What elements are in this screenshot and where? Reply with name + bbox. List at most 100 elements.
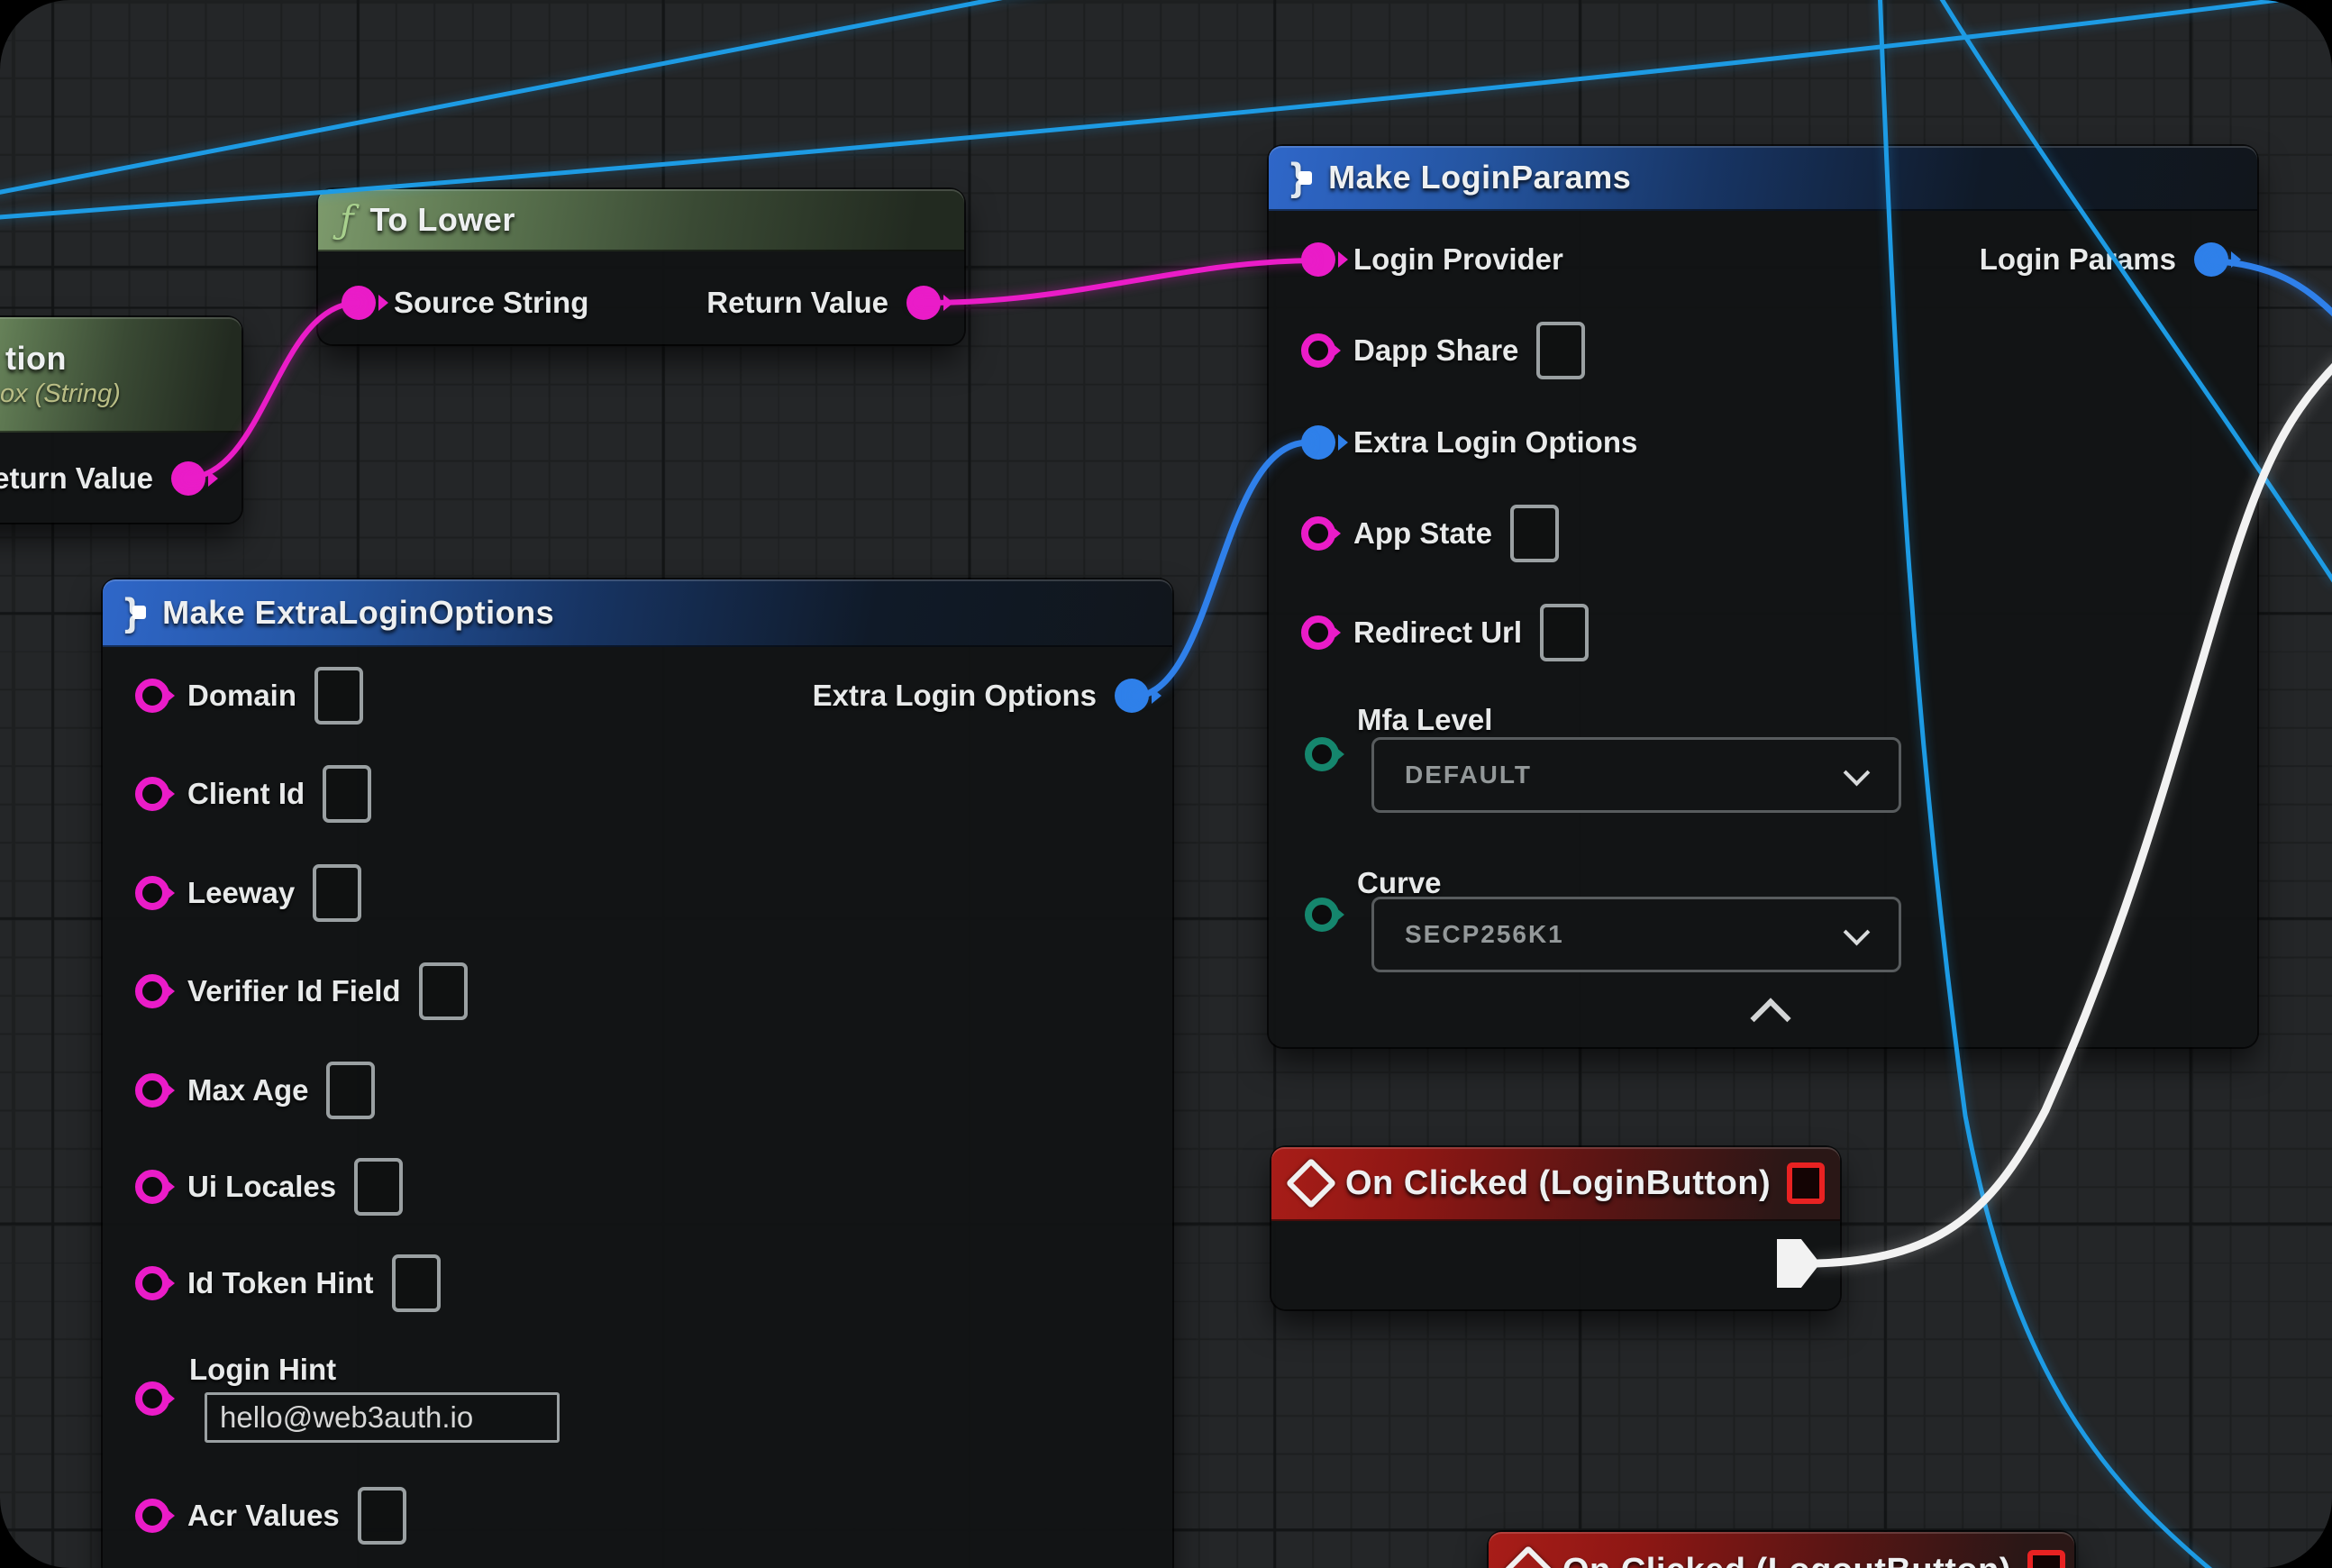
node-header[interactable]: On Clicked (LogoutButton)	[1489, 1532, 2074, 1568]
node-partial-function[interactable]: tion ox (String) eturn Value	[0, 317, 241, 523]
output-pin-extra-login-options[interactable]	[1115, 679, 1149, 713]
pin-row: Id Token Hint	[135, 1253, 441, 1313]
output-pin-return-value[interactable]	[171, 461, 205, 496]
input-pin-redirect-url[interactable]	[1301, 615, 1335, 650]
acr-values-checkbox[interactable]	[358, 1487, 406, 1545]
make-struct-icon: }	[124, 590, 146, 635]
input-pin-source-string[interactable]	[342, 286, 376, 320]
node-make-login-params[interactable]: } Make LoginParams Login Params Login Pr…	[1269, 146, 2257, 1047]
pin-label: Domain	[187, 679, 296, 713]
input-pin-id-token-hint[interactable]	[135, 1266, 169, 1300]
output-pin-login-params[interactable]	[2194, 242, 2228, 277]
input-pin-curve[interactable]	[1305, 898, 1339, 932]
input-pin-ui-locales[interactable]	[135, 1170, 169, 1204]
pin-row: Extra Login Options	[1301, 413, 1637, 472]
pin-row: Login Params	[1980, 230, 2228, 289]
node-header[interactable]: On Clicked (LoginButton)	[1271, 1147, 1840, 1221]
pin-label-login-hint: Login Hint	[189, 1353, 336, 1387]
node-header[interactable]: ƒ To Lower	[318, 189, 964, 251]
input-pin-verifier-id-field[interactable]	[135, 974, 169, 1008]
input-pin-login-provider[interactable]	[1301, 242, 1335, 277]
pin-label: Login Params	[1980, 242, 2176, 277]
pin-label: Ui Locales	[187, 1170, 336, 1204]
max-age-checkbox[interactable]	[326, 1062, 375, 1119]
node-title: On Clicked (LogoutButton)	[1562, 1552, 2011, 1568]
dapp-share-checkbox[interactable]	[1536, 322, 1585, 379]
pin-row: eturn Value	[0, 449, 205, 508]
pin-row: Leeway	[135, 863, 361, 923]
curve-value: SECP256K1	[1405, 899, 1564, 970]
event-diamond-icon	[1503, 1545, 1554, 1568]
pin-label-curve: Curve	[1357, 866, 1442, 900]
app-state-checkbox[interactable]	[1510, 505, 1559, 562]
node-title: Make LoginParams	[1328, 159, 1631, 196]
input-pin-extra-login-options[interactable]	[1301, 425, 1335, 460]
pin-row: App State	[1301, 504, 1559, 563]
node-make-extra-login-options[interactable]: } Make ExtraLoginOptions Extra Login Opt…	[103, 579, 1172, 1568]
pin-row: Max Age	[135, 1061, 375, 1120]
input-pin-app-state[interactable]	[1301, 516, 1335, 551]
input-pin-mfa-level[interactable]	[1305, 737, 1339, 771]
node-title: On Clicked (LoginButton)	[1345, 1164, 1771, 1203]
pin-label: Return Value	[706, 286, 888, 320]
node-subtitle-fragment: ox (String)	[0, 379, 121, 409]
pin-label: Redirect Url	[1353, 615, 1522, 650]
pin-label: Extra Login Options	[1353, 425, 1637, 460]
pin-label: Client Id	[187, 777, 305, 811]
pin-row: Acr Values	[135, 1486, 406, 1545]
node-on-clicked-logout-button[interactable]: On Clicked (LogoutButton)	[1489, 1532, 2074, 1568]
pin-row: Ui Locales	[135, 1157, 403, 1217]
pin-row: Domain	[135, 666, 363, 725]
bound-event-icon	[2027, 1550, 2065, 1568]
curve-dropdown[interactable]: SECP256K1	[1371, 897, 1901, 972]
node-title: To Lower	[370, 201, 515, 239]
node-header[interactable]: tion ox (String)	[0, 317, 241, 433]
input-pin-acr-values[interactable]	[135, 1499, 169, 1533]
verifier-id-field-checkbox[interactable]	[419, 962, 468, 1020]
input-pin-login-hint[interactable]	[135, 1381, 169, 1416]
mfa-level-dropdown[interactable]: DEFAULT	[1371, 737, 1901, 813]
node-on-clicked-login-button[interactable]: On Clicked (LoginButton)	[1271, 1147, 1840, 1309]
pin-label: Max Age	[187, 1073, 308, 1108]
mfa-level-value: DEFAULT	[1405, 740, 1532, 810]
chevron-down-icon	[1844, 919, 1871, 946]
pin-row: Source String Return Value	[342, 273, 941, 333]
graph-canvas[interactable]: tion ox (String) eturn Value ƒ To Lower …	[0, 0, 2332, 1568]
node-to-lower[interactable]: ƒ To Lower Source String Return Value	[318, 189, 964, 344]
client-id-checkbox[interactable]	[323, 765, 371, 823]
leeway-checkbox[interactable]	[313, 864, 361, 922]
pin-row: Dapp Share	[1301, 321, 1585, 380]
domain-checkbox[interactable]	[314, 667, 363, 725]
make-struct-icon: }	[1290, 155, 1312, 200]
ui-locales-checkbox[interactable]	[354, 1158, 403, 1216]
input-pin-dapp-share[interactable]	[1301, 333, 1335, 368]
pin-label: Id Token Hint	[187, 1266, 374, 1300]
collapse-node-chevron-icon[interactable]	[1750, 998, 1790, 1038]
pin-label: Source String	[394, 286, 588, 320]
pin-row: Extra Login Options	[813, 666, 1149, 725]
pin-label: Verifier Id Field	[187, 974, 401, 1008]
redirect-url-checkbox[interactable]	[1540, 604, 1589, 661]
id-token-hint-checkbox[interactable]	[392, 1254, 441, 1312]
exec-output-pin[interactable]	[1777, 1239, 1820, 1288]
pin-label: Login Provider	[1353, 242, 1563, 277]
pin-row: Client Id	[135, 764, 371, 824]
pin-label: Leeway	[187, 876, 295, 910]
input-pin-domain[interactable]	[135, 679, 169, 713]
node-header[interactable]: } Make ExtraLoginOptions	[103, 579, 1172, 647]
pin-row: Verifier Id Field	[135, 962, 468, 1021]
node-title: Make ExtraLoginOptions	[162, 594, 554, 632]
wire-blue-top-left-1	[0, 0, 1056, 195]
login-hint-input[interactable]	[205, 1392, 560, 1443]
wire-return-value-to-login-provider	[914, 260, 1312, 303]
output-pin-return-value[interactable]	[906, 286, 941, 320]
pin-label: Acr Values	[187, 1499, 340, 1533]
input-pin-client-id[interactable]	[135, 777, 169, 811]
chevron-down-icon	[1844, 760, 1871, 787]
event-diamond-icon	[1286, 1158, 1337, 1209]
blueprint-editor: tion ox (String) eturn Value ƒ To Lower …	[0, 0, 2332, 1568]
node-header[interactable]: } Make LoginParams	[1269, 146, 2257, 211]
pin-label: App State	[1353, 516, 1492, 551]
input-pin-max-age[interactable]	[135, 1073, 169, 1108]
input-pin-leeway[interactable]	[135, 876, 169, 910]
